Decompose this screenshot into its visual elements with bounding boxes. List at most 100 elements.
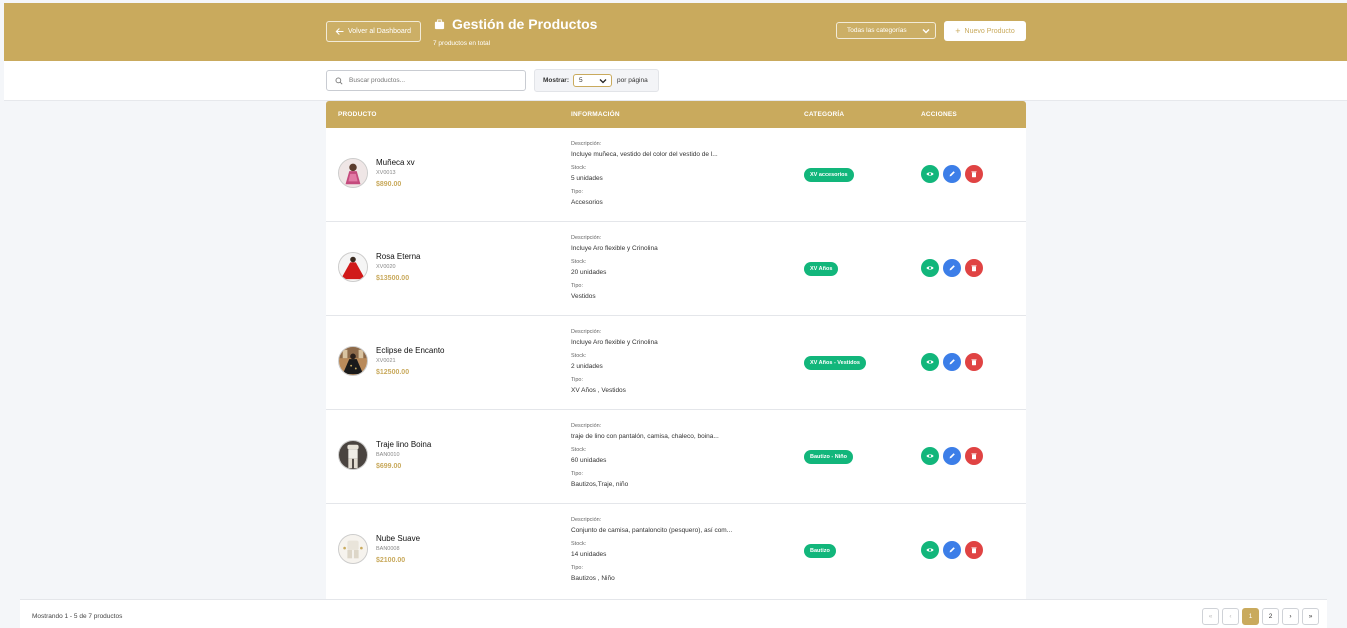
stock-value: 5 unidades [571,175,603,182]
pencil-icon [949,265,955,271]
delete-button[interactable] [965,165,983,183]
page-size-select[interactable]: 5 [573,74,613,87]
eye-icon [926,266,934,270]
eye-icon [926,454,934,458]
edit-button[interactable] [943,447,961,465]
product-info: Descripción: Incluye Aro flexible y Crin… [571,235,771,307]
eye-icon [926,360,934,364]
edit-button[interactable] [943,259,961,277]
type-value: Accesorios [571,199,603,206]
view-button[interactable] [921,541,939,559]
delete-button[interactable] [965,541,983,559]
delete-button[interactable] [965,353,983,371]
description-value: Conjunto de camisa, pantaloncito (pesque… [571,527,733,534]
back-button-label: Volver al Dashboard [348,28,412,35]
stock-value: 60 unidades [571,457,607,464]
category-badge: XV Años - Vestidos [804,356,866,370]
page-button-1[interactable]: 1 [1242,608,1259,625]
stock-label: Stock: [571,259,587,265]
product-price: $13500.00 [376,275,410,282]
page-size-control: Mostrar: 5 por página [534,69,659,92]
search-box [326,70,526,91]
product-image [338,346,368,376]
product-image [338,534,368,564]
products-table: PRODUCTO INFORMACIÓN CATEGORÍA ACCIONES … [326,101,1026,600]
view-button[interactable] [921,447,939,465]
product-name: Rosa Eterna [376,252,421,261]
trash-icon [971,453,977,460]
page-button-2[interactable]: 2 [1262,608,1279,625]
next-page-button[interactable]: › [1282,608,1299,625]
trash-icon [971,547,977,554]
view-button[interactable] [921,259,939,277]
product-info: Descripción: Conjunto de camisa, pantalo… [571,517,771,589]
box-icon [434,18,445,29]
first-page-button[interactable]: « [1202,608,1219,625]
product-price: $699.00 [376,463,402,470]
title-block: Gestión de Productos 7 productos en tota… [433,16,598,47]
edit-button[interactable] [943,541,961,559]
pagination: « ‹ 1 2 › » [1202,608,1319,625]
pencil-icon [949,547,955,553]
pencil-icon [949,359,955,365]
edit-button[interactable] [943,353,961,371]
edit-button[interactable] [943,165,961,183]
row-actions [921,541,983,559]
description-label: Descripción: [571,141,602,147]
category-badge: Bautizo - Niño [804,450,853,464]
category-badge: XV Años [804,262,839,276]
show-label: Mostrar: [543,77,570,84]
product-price: $2100.00 [376,557,406,564]
arrow-left-icon [335,28,344,35]
product-sku: XV0013 [376,170,396,176]
product-image [338,440,368,470]
view-button[interactable] [921,165,939,183]
category-filter-select[interactable]: Todas las categorías [836,22,936,39]
product-sku: BAN0008 [376,546,400,552]
product-price: $890.00 [376,181,402,188]
showing-range: Mostrando 1 - 5 de 7 productos [32,613,123,620]
trash-icon [971,265,977,272]
delete-button[interactable] [965,259,983,277]
view-button[interactable] [921,353,939,371]
category-badge: Bautizo [804,544,836,558]
trash-icon [971,171,977,178]
row-actions [921,259,983,277]
prev-page-button[interactable]: ‹ [1222,608,1239,625]
table-row: Eclipse de Encanto XV0021 $12500.00 Desc… [326,316,1026,410]
product-name: Traje lino Boina [376,440,432,449]
table-row: Rosa Eterna XV0020 $13500.00 Descripción… [326,222,1026,316]
chevron-down-icon [922,29,930,34]
products-total: 7 productos en total [433,40,491,47]
last-page-button[interactable]: » [1302,608,1319,625]
pencil-icon [949,453,955,459]
product-info: Descripción: Incluye muñeca, vestido del… [571,141,771,213]
stock-label: Stock: [571,353,587,359]
table-row: Traje lino Boina BAN0010 $699.00 Descrip… [326,410,1026,504]
stock-value: 14 unidades [571,551,607,558]
table-row: Nube Suave BAN0008 $2100.00 Descripción:… [326,504,1026,600]
stock-label: Stock: [571,541,587,547]
search-input[interactable] [349,77,519,84]
page-title: Gestión de Productos [452,16,598,32]
product-info: Descripción: Incluye Aro flexible y Crin… [571,329,771,401]
description-value: Incluye Aro flexible y Crinolina [571,245,658,252]
type-value: XV Años , Vestidos [571,387,626,394]
stock-value: 2 unidades [571,363,603,370]
product-name: Muñeca xv [376,158,415,167]
type-value: Bautizos,Traje, niño [571,481,629,488]
filter-bar: Mostrar: 5 por página [4,61,1347,101]
new-product-button[interactable]: + Nuevo Producto [944,21,1026,41]
delete-button[interactable] [965,447,983,465]
product-name: Eclipse de Encanto [376,346,445,355]
product-image [338,252,368,282]
column-header-category: CATEGORÍA [804,111,845,118]
back-to-dashboard-button[interactable]: Volver al Dashboard [326,21,421,42]
category-badge: XV accesorios [804,168,854,182]
column-header-info: INFORMACIÓN [571,111,620,118]
product-sku: XV0021 [376,358,396,364]
page-header: Volver al Dashboard Gestión de Productos… [4,3,1347,61]
type-label: Tipo: [571,471,584,477]
type-value: Bautizos , Niño [571,575,615,582]
description-value: traje de lino con pantalón, camisa, chal… [571,433,719,440]
